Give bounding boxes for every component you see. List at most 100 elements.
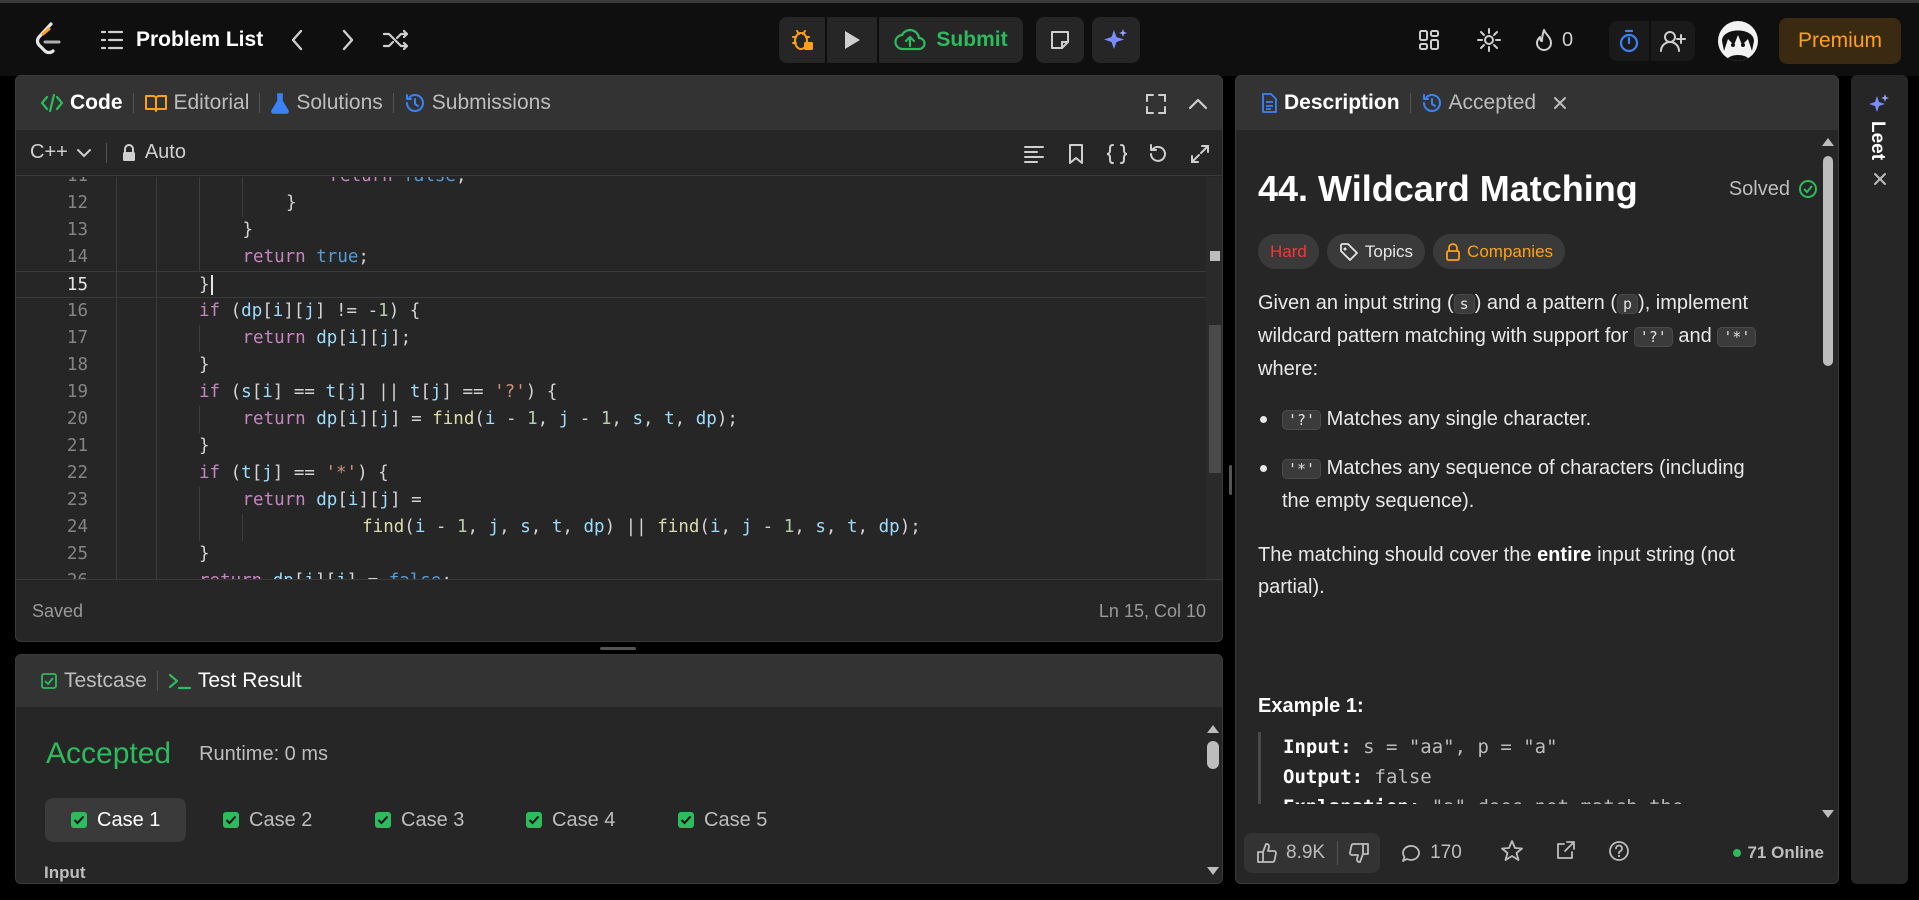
sparkle-icon	[1104, 29, 1127, 49]
braces-button[interactable]	[1102, 140, 1132, 168]
indent-guide	[242, 514, 243, 541]
invite-button[interactable]	[1651, 21, 1695, 61]
tab-code[interactable]: Code	[30, 76, 133, 130]
indent-guide	[116, 272, 117, 297]
case-tab-1[interactable]: Case 1	[45, 798, 187, 842]
gear-icon	[1477, 28, 1501, 52]
chevron-up-icon	[1188, 98, 1208, 110]
random-problem-button[interactable]	[380, 25, 412, 55]
companies-button[interactable]: Companies	[1433, 234, 1566, 269]
code-token: }	[199, 355, 210, 375]
topics-button[interactable]: Topics	[1326, 234, 1426, 269]
layout-button[interactable]	[1414, 25, 1444, 55]
next-problem-button[interactable]	[334, 25, 362, 55]
tab-solutions[interactable]: Solutions	[260, 76, 392, 130]
code-token: [	[262, 301, 273, 321]
scroll-down-icon[interactable]	[1207, 867, 1219, 875]
description-scrollbar-thumb[interactable]	[1823, 156, 1833, 366]
statement-text: partial).	[1258, 576, 1325, 598]
like-button[interactable]: 8.9K	[1244, 842, 1337, 864]
dislike-button[interactable]	[1338, 842, 1380, 864]
line-number: 17	[66, 328, 88, 348]
tag-row: Hard Topics Companies	[1258, 234, 1818, 269]
notes-button[interactable]	[1036, 17, 1084, 63]
tab-accepted[interactable]: Accepted	[1411, 76, 1579, 130]
close-icon[interactable]	[1552, 95, 1568, 111]
tab-description[interactable]: Description	[1250, 76, 1410, 130]
share-button[interactable]	[1554, 840, 1576, 867]
code-token: dp	[695, 409, 717, 429]
format-code-button[interactable]	[1020, 140, 1048, 168]
test-scrollbar[interactable]	[1204, 711, 1220, 881]
collapse-panel-button[interactable]	[1184, 90, 1212, 118]
test-scrollbar-thumb[interactable]	[1207, 741, 1219, 769]
streak-counter[interactable]: 0	[1534, 25, 1573, 55]
line-number: 15	[66, 275, 88, 295]
code-token: j	[488, 517, 500, 537]
curly-braces-icon	[1106, 144, 1128, 164]
premium-label: Premium	[1797, 29, 1882, 52]
check-icon	[678, 812, 694, 828]
prev-problem-button[interactable]	[283, 25, 311, 55]
debug-button[interactable]	[779, 17, 825, 63]
indent-guide	[199, 244, 200, 271]
settings-button[interactable]	[1474, 25, 1504, 55]
scroll-down-icon[interactable]	[1822, 810, 1834, 818]
case-tab-3[interactable]: Case 3	[349, 798, 490, 842]
stopwatch-icon	[1619, 29, 1639, 53]
case-tab-5[interactable]: Case 5	[652, 798, 793, 842]
favorite-button[interactable]	[1500, 839, 1524, 868]
statement-text: where:	[1258, 358, 1319, 380]
code-token: [	[337, 490, 348, 510]
run-button[interactable]	[827, 17, 877, 63]
language-selector[interactable]: C++	[30, 141, 92, 164]
code-token: '*'	[325, 463, 358, 483]
code-editor[interactable]: 11return false;12}13}14return true;15}16…	[16, 177, 1206, 579]
horizontal-resize-handle[interactable]	[1229, 465, 1232, 495]
leet-close-button[interactable]	[1872, 171, 1888, 192]
leet-side-panel: Leet	[1851, 75, 1908, 884]
premium-button[interactable]: Premium	[1779, 18, 1901, 64]
line-number: 22	[66, 463, 88, 483]
input-label: Input	[44, 863, 86, 882]
line-number: 19	[66, 382, 88, 402]
tab-test-result[interactable]: Test Result	[158, 655, 312, 707]
problem-title[interactable]: 44. Wildcard Matching	[1258, 168, 1638, 210]
scroll-up-icon[interactable]	[1207, 725, 1219, 733]
avatar[interactable]	[1718, 21, 1758, 61]
leet-ai-button[interactable]	[1868, 93, 1890, 120]
code-token: ] ||	[357, 382, 410, 402]
line-number: 25	[66, 544, 88, 564]
leetcode-logo[interactable]	[28, 19, 68, 59]
case-tab-4[interactable]: Case 4	[500, 798, 641, 842]
tab-accepted-label: Accepted	[1448, 91, 1537, 114]
vertical-resize-handle[interactable]	[600, 647, 636, 650]
case-tab-label: Case 1	[97, 808, 161, 831]
editor-scrollbar-thumb[interactable]	[1209, 325, 1221, 473]
code-token: j	[304, 301, 315, 321]
tab-testcase[interactable]: Testcase	[30, 655, 157, 707]
timer-button[interactable]	[1609, 21, 1649, 61]
leet-label: Leet	[1867, 121, 1888, 161]
scroll-up-icon[interactable]	[1822, 138, 1834, 146]
fullscreen-button[interactable]	[1142, 90, 1170, 118]
indent-guide	[156, 298, 157, 325]
ai-assistant-button[interactable]	[1092, 17, 1140, 63]
code-token: i	[304, 571, 315, 579]
case-tab-2[interactable]: Case 2	[197, 798, 338, 842]
maximize-editor-button[interactable]	[1186, 140, 1214, 168]
reset-code-button[interactable]	[1144, 140, 1172, 168]
bullet-dot	[1260, 416, 1267, 423]
editor-scrollbar[interactable]	[1206, 177, 1222, 579]
mode-selector[interactable]: Auto	[121, 141, 186, 164]
description-scrollbar[interactable]	[1820, 132, 1836, 822]
bookmark-button[interactable]	[1062, 140, 1090, 168]
indent-guide	[156, 325, 157, 352]
tab-submissions[interactable]: Submissions	[394, 76, 561, 130]
help-button[interactable]	[1608, 840, 1630, 867]
problem-list-button[interactable]: Problem List	[100, 25, 263, 55]
code-line: 13}	[16, 217, 1206, 244]
tab-editorial[interactable]: Editorial	[134, 76, 260, 130]
submit-button[interactable]: Submit	[879, 17, 1023, 63]
comments-button[interactable]: 170	[1400, 842, 1462, 864]
